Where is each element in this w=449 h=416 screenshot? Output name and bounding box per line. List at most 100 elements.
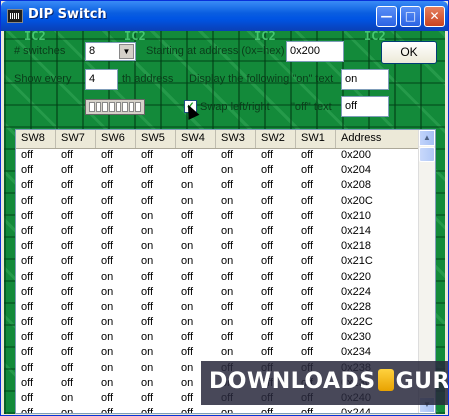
table-cell: on — [181, 240, 194, 253]
switches-value: 8 — [89, 45, 96, 57]
table-row[interactable]: off off on on off on off off 0x234 — [16, 345, 421, 360]
table-cell: on — [61, 407, 74, 414]
table-cell: off — [61, 194, 74, 207]
column-header[interactable]: SW3 — [216, 130, 256, 148]
table-row[interactable]: off off on off off off off off 0x220 — [16, 270, 421, 285]
table-cell: on — [221, 316, 234, 329]
watermark-left: DOWNLOADS — [209, 369, 376, 394]
table-cell: off — [301, 240, 314, 253]
dip-toggle — [115, 102, 122, 112]
table-row[interactable]: off off off off on off off off 0x208 — [16, 178, 421, 193]
watermark-banner: DOWNLOADS GURU — [201, 361, 449, 405]
watermark-right: GURU — [395, 369, 449, 394]
dialog-client: IC2 IC2 IC2 IC2 # switches 8 ▼ Starting … — [4, 31, 445, 414]
off-text-input[interactable]: off — [341, 96, 389, 117]
column-header[interactable]: Address — [336, 130, 421, 148]
table-cell: on — [101, 331, 114, 344]
switches-select[interactable]: 8 ▼ — [85, 42, 136, 61]
table-cell: off — [141, 194, 154, 207]
table-cell: off — [101, 255, 114, 268]
table-cell: off — [21, 361, 34, 374]
table-cell: off — [141, 392, 154, 404]
table-cell: off — [21, 300, 34, 313]
title-bar[interactable]: DIP Switch — □ ✕ — [1, 1, 448, 31]
table-cell: off — [141, 179, 154, 192]
table-cell: off — [61, 209, 74, 222]
show-every-input[interactable]: 4 — [85, 69, 118, 90]
table-cell: off — [261, 407, 274, 414]
table-row[interactable]: off off on off on off off off 0x228 — [16, 300, 421, 315]
table-cell: off — [261, 255, 274, 268]
close-button[interactable]: ✕ — [424, 6, 445, 27]
table-cell: on — [101, 316, 114, 329]
table-cell: off — [61, 346, 74, 359]
on-text-input[interactable]: on — [341, 69, 389, 90]
column-header[interactable]: SW5 — [136, 130, 176, 148]
table-cell: 0x228 — [341, 300, 371, 313]
table-cell: on — [101, 376, 114, 389]
column-header[interactable]: SW4 — [176, 130, 216, 148]
table-cell: off — [301, 346, 314, 359]
table-cell: off — [61, 224, 74, 237]
column-header[interactable]: SW7 — [56, 130, 96, 148]
table-row[interactable]: off on off off off on off off 0x244 — [16, 406, 421, 414]
swap-label: Swap left/right — [200, 101, 270, 113]
table-cell: off — [261, 179, 274, 192]
dip-switch-preview — [85, 99, 145, 115]
table-cell: off — [181, 164, 194, 177]
scroll-thumb[interactable] — [419, 147, 435, 162]
dip-toggle — [89, 102, 95, 112]
table-cell: on — [141, 209, 154, 222]
dip-toggle — [95, 102, 102, 112]
table-cell: off — [181, 270, 194, 283]
table-row[interactable]: off off off off off on off off 0x204 — [16, 163, 421, 178]
table-cell: off — [261, 224, 274, 237]
table-cell: off — [261, 346, 274, 359]
table-row[interactable]: off off off on off on off off 0x214 — [16, 224, 421, 239]
table-cell: off — [181, 224, 194, 237]
table-row[interactable]: off off off off on on off off 0x20C — [16, 194, 421, 209]
table-cell: off — [221, 300, 234, 313]
table-row[interactable]: off off on on off off off off 0x230 — [16, 330, 421, 345]
table-row[interactable]: off off on off on on off off 0x22C — [16, 315, 421, 330]
on-text-label: Display the following "on" text — [189, 73, 334, 85]
table-cell: off — [301, 179, 314, 192]
ok-button[interactable]: OK — [381, 41, 437, 64]
column-header[interactable]: SW6 — [96, 130, 136, 148]
table-cell: off — [61, 285, 74, 298]
chevron-down-icon[interactable]: ▼ — [119, 44, 134, 59]
table-cell: off — [61, 316, 74, 329]
table-cell: on — [141, 255, 154, 268]
table-cell: off — [141, 270, 154, 283]
table-row[interactable]: off off off on on on off off 0x21C — [16, 254, 421, 269]
table-cell: on — [181, 194, 194, 207]
table-row[interactable]: off off off on on off off off 0x218 — [16, 239, 421, 254]
table-cell: on — [221, 255, 234, 268]
table-row[interactable]: off off on off off on off off 0x224 — [16, 285, 421, 300]
minimize-button[interactable]: — — [376, 6, 397, 27]
table-cell: off — [21, 209, 34, 222]
table-cell: off — [61, 361, 74, 374]
column-header[interactable]: SW8 — [16, 130, 56, 148]
column-header[interactable]: SW1 — [296, 130, 336, 148]
table-cell: off — [181, 209, 194, 222]
table-cell: on — [221, 224, 234, 237]
table-row[interactable]: off off off on off off off off 0x210 — [16, 209, 421, 224]
maximize-button[interactable]: □ — [400, 6, 421, 27]
table-cell: on — [61, 392, 74, 404]
table-cell: on — [221, 407, 234, 414]
table-cell: 0x20C — [341, 194, 373, 207]
table-cell: off — [101, 392, 114, 404]
table-cell: off — [101, 194, 114, 207]
start-address-input[interactable]: 0x200 — [286, 41, 344, 62]
table-row[interactable]: off off off off off off off off 0x200 — [16, 148, 421, 163]
table-cell: off — [181, 346, 194, 359]
table-cell: off — [301, 285, 314, 298]
scroll-up-icon[interactable]: ▲ — [419, 130, 435, 146]
column-header[interactable]: SW2 — [256, 130, 296, 148]
table-cell: off — [301, 224, 314, 237]
table-cell: on — [101, 285, 114, 298]
table-cell: off — [21, 285, 34, 298]
table-cell: on — [101, 346, 114, 359]
table-cell: 0x220 — [341, 270, 371, 283]
